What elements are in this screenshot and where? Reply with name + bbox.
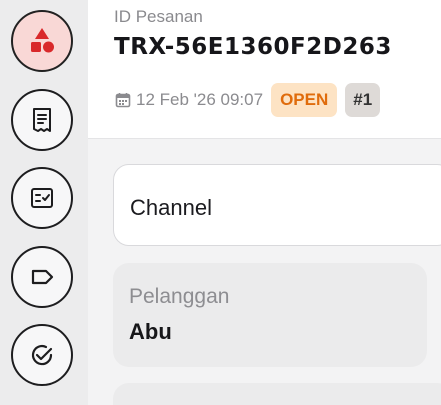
order-number-badge: #1 bbox=[345, 83, 381, 117]
sidebar-item-orders[interactable] bbox=[11, 89, 73, 151]
channel-label: Channel bbox=[130, 195, 212, 220]
customer-field[interactable]: Pelanggan Abu bbox=[113, 263, 427, 367]
channel-select[interactable]: Channel bbox=[113, 164, 441, 246]
order-id: TRX-56E1360F2D263 bbox=[114, 34, 392, 60]
customer-value: Abu bbox=[129, 319, 172, 344]
order-id-label: ID Pesanan bbox=[114, 7, 203, 26]
check-circle-icon bbox=[31, 344, 53, 366]
order-meta: 12 Feb '26 09:07 OPEN #1 bbox=[115, 83, 381, 117]
order-timestamp: 12 Feb '26 09:07 bbox=[136, 90, 264, 109]
sidebar-item-tags[interactable] bbox=[11, 246, 73, 308]
shapes-icon bbox=[31, 28, 54, 53]
next-field-card[interactable] bbox=[113, 383, 441, 405]
order-header: ID Pesanan TRX-56E1360F2D263 12 Feb '26 … bbox=[88, 0, 441, 138]
receipt-icon bbox=[33, 108, 51, 132]
sidebar-item-products[interactable] bbox=[11, 10, 73, 72]
main-panel: ID Pesanan TRX-56E1360F2D263 12 Feb '26 … bbox=[88, 0, 441, 405]
status-badge: OPEN bbox=[271, 83, 338, 117]
checklist-icon bbox=[31, 188, 53, 208]
calendar-icon bbox=[115, 93, 131, 108]
tag-icon bbox=[31, 269, 54, 285]
sidebar-nav bbox=[0, 0, 88, 405]
customer-label: Pelanggan bbox=[129, 285, 230, 308]
sidebar-item-done[interactable] bbox=[11, 324, 73, 386]
header-divider bbox=[88, 138, 441, 139]
sidebar-item-tasks[interactable] bbox=[11, 167, 73, 229]
